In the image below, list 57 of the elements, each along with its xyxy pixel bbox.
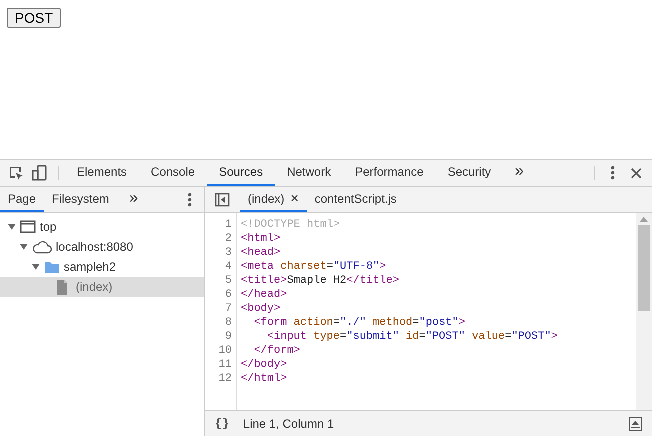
expanded-arrow-icon[interactable]	[20, 243, 28, 251]
more-tabs-button[interactable]: »	[117, 187, 146, 212]
line-number: 9	[224, 330, 232, 344]
toggle-navigator-icon[interactable]	[215, 192, 230, 206]
post-button[interactable]: POST	[7, 8, 62, 28]
panel-tab[interactable]: Elements	[65, 160, 140, 186]
line-number: 6	[224, 288, 232, 302]
panel-tab[interactable]: Console	[139, 160, 208, 186]
device-icon[interactable]	[32, 165, 48, 181]
code-line: <html>	[241, 233, 281, 245]
line-number: 7	[224, 302, 232, 316]
expanded-arrow-icon[interactable]	[32, 263, 40, 271]
more-options-icon[interactable]	[611, 166, 615, 180]
panel-tab[interactable]: Network	[275, 160, 344, 186]
inspect-icon[interactable]	[8, 165, 24, 181]
line-number: 5	[224, 274, 232, 288]
cloud-icon	[32, 240, 52, 254]
line-number: 11	[218, 358, 232, 372]
file-icon	[56, 280, 68, 294]
tree-item[interactable]: sampleh2	[0, 257, 204, 277]
code-line: <form action="./" method="post">	[254, 317, 466, 329]
code-line: <meta charset="UTF-8">	[241, 261, 386, 273]
code-line: </body>	[241, 359, 288, 371]
code-line: <!DOCTYPE html>	[241, 219, 340, 231]
panel-tab[interactable]: Security	[436, 160, 504, 186]
cursor-position: Line 1, Column 1	[243, 416, 334, 432]
code-line: <title>Smaple H2</title>	[241, 275, 400, 287]
line-number: 10	[218, 344, 232, 358]
close-icon[interactable]	[631, 168, 642, 178]
line-number: 2	[224, 232, 232, 246]
more-options-icon[interactable]	[188, 192, 192, 206]
line-number: 12	[218, 372, 232, 386]
line-number: 4	[224, 260, 232, 274]
code-line: <head>	[241, 247, 281, 259]
tree-item[interactable]: top	[0, 217, 204, 237]
close-tab-button[interactable]: ×	[290, 188, 299, 209]
panel-tab[interactable]: Performance	[343, 160, 436, 186]
navigator-tab[interactable]: Filesystem	[44, 187, 118, 212]
tree-item[interactable]: (index)	[0, 277, 204, 297]
tree-item[interactable]: localhost:8080	[0, 237, 204, 257]
line-number: 8	[224, 316, 232, 330]
expanded-arrow-icon[interactable]	[8, 223, 16, 231]
file-tab[interactable]: contentScript.js	[306, 187, 405, 212]
scrollbar-thumb[interactable]	[638, 225, 650, 311]
line-number: 3	[224, 246, 232, 260]
code-line: </html>	[241, 373, 288, 385]
navigator-tab[interactable]: Page	[0, 187, 44, 212]
frame-icon	[20, 220, 36, 234]
code-line: </form>	[254, 345, 300, 357]
toggle-drawer-icon[interactable]	[629, 416, 642, 430]
code-line: <input type="submit" id="POST" value="POST">	[267, 331, 558, 343]
more-tabs-button[interactable]: »	[503, 160, 536, 186]
code-line: <body>	[241, 303, 281, 315]
folder-icon	[44, 260, 60, 274]
line-number: 1	[224, 218, 232, 232]
pretty-print-button[interactable]: {}	[215, 414, 230, 432]
code-line: </head>	[241, 289, 288, 301]
